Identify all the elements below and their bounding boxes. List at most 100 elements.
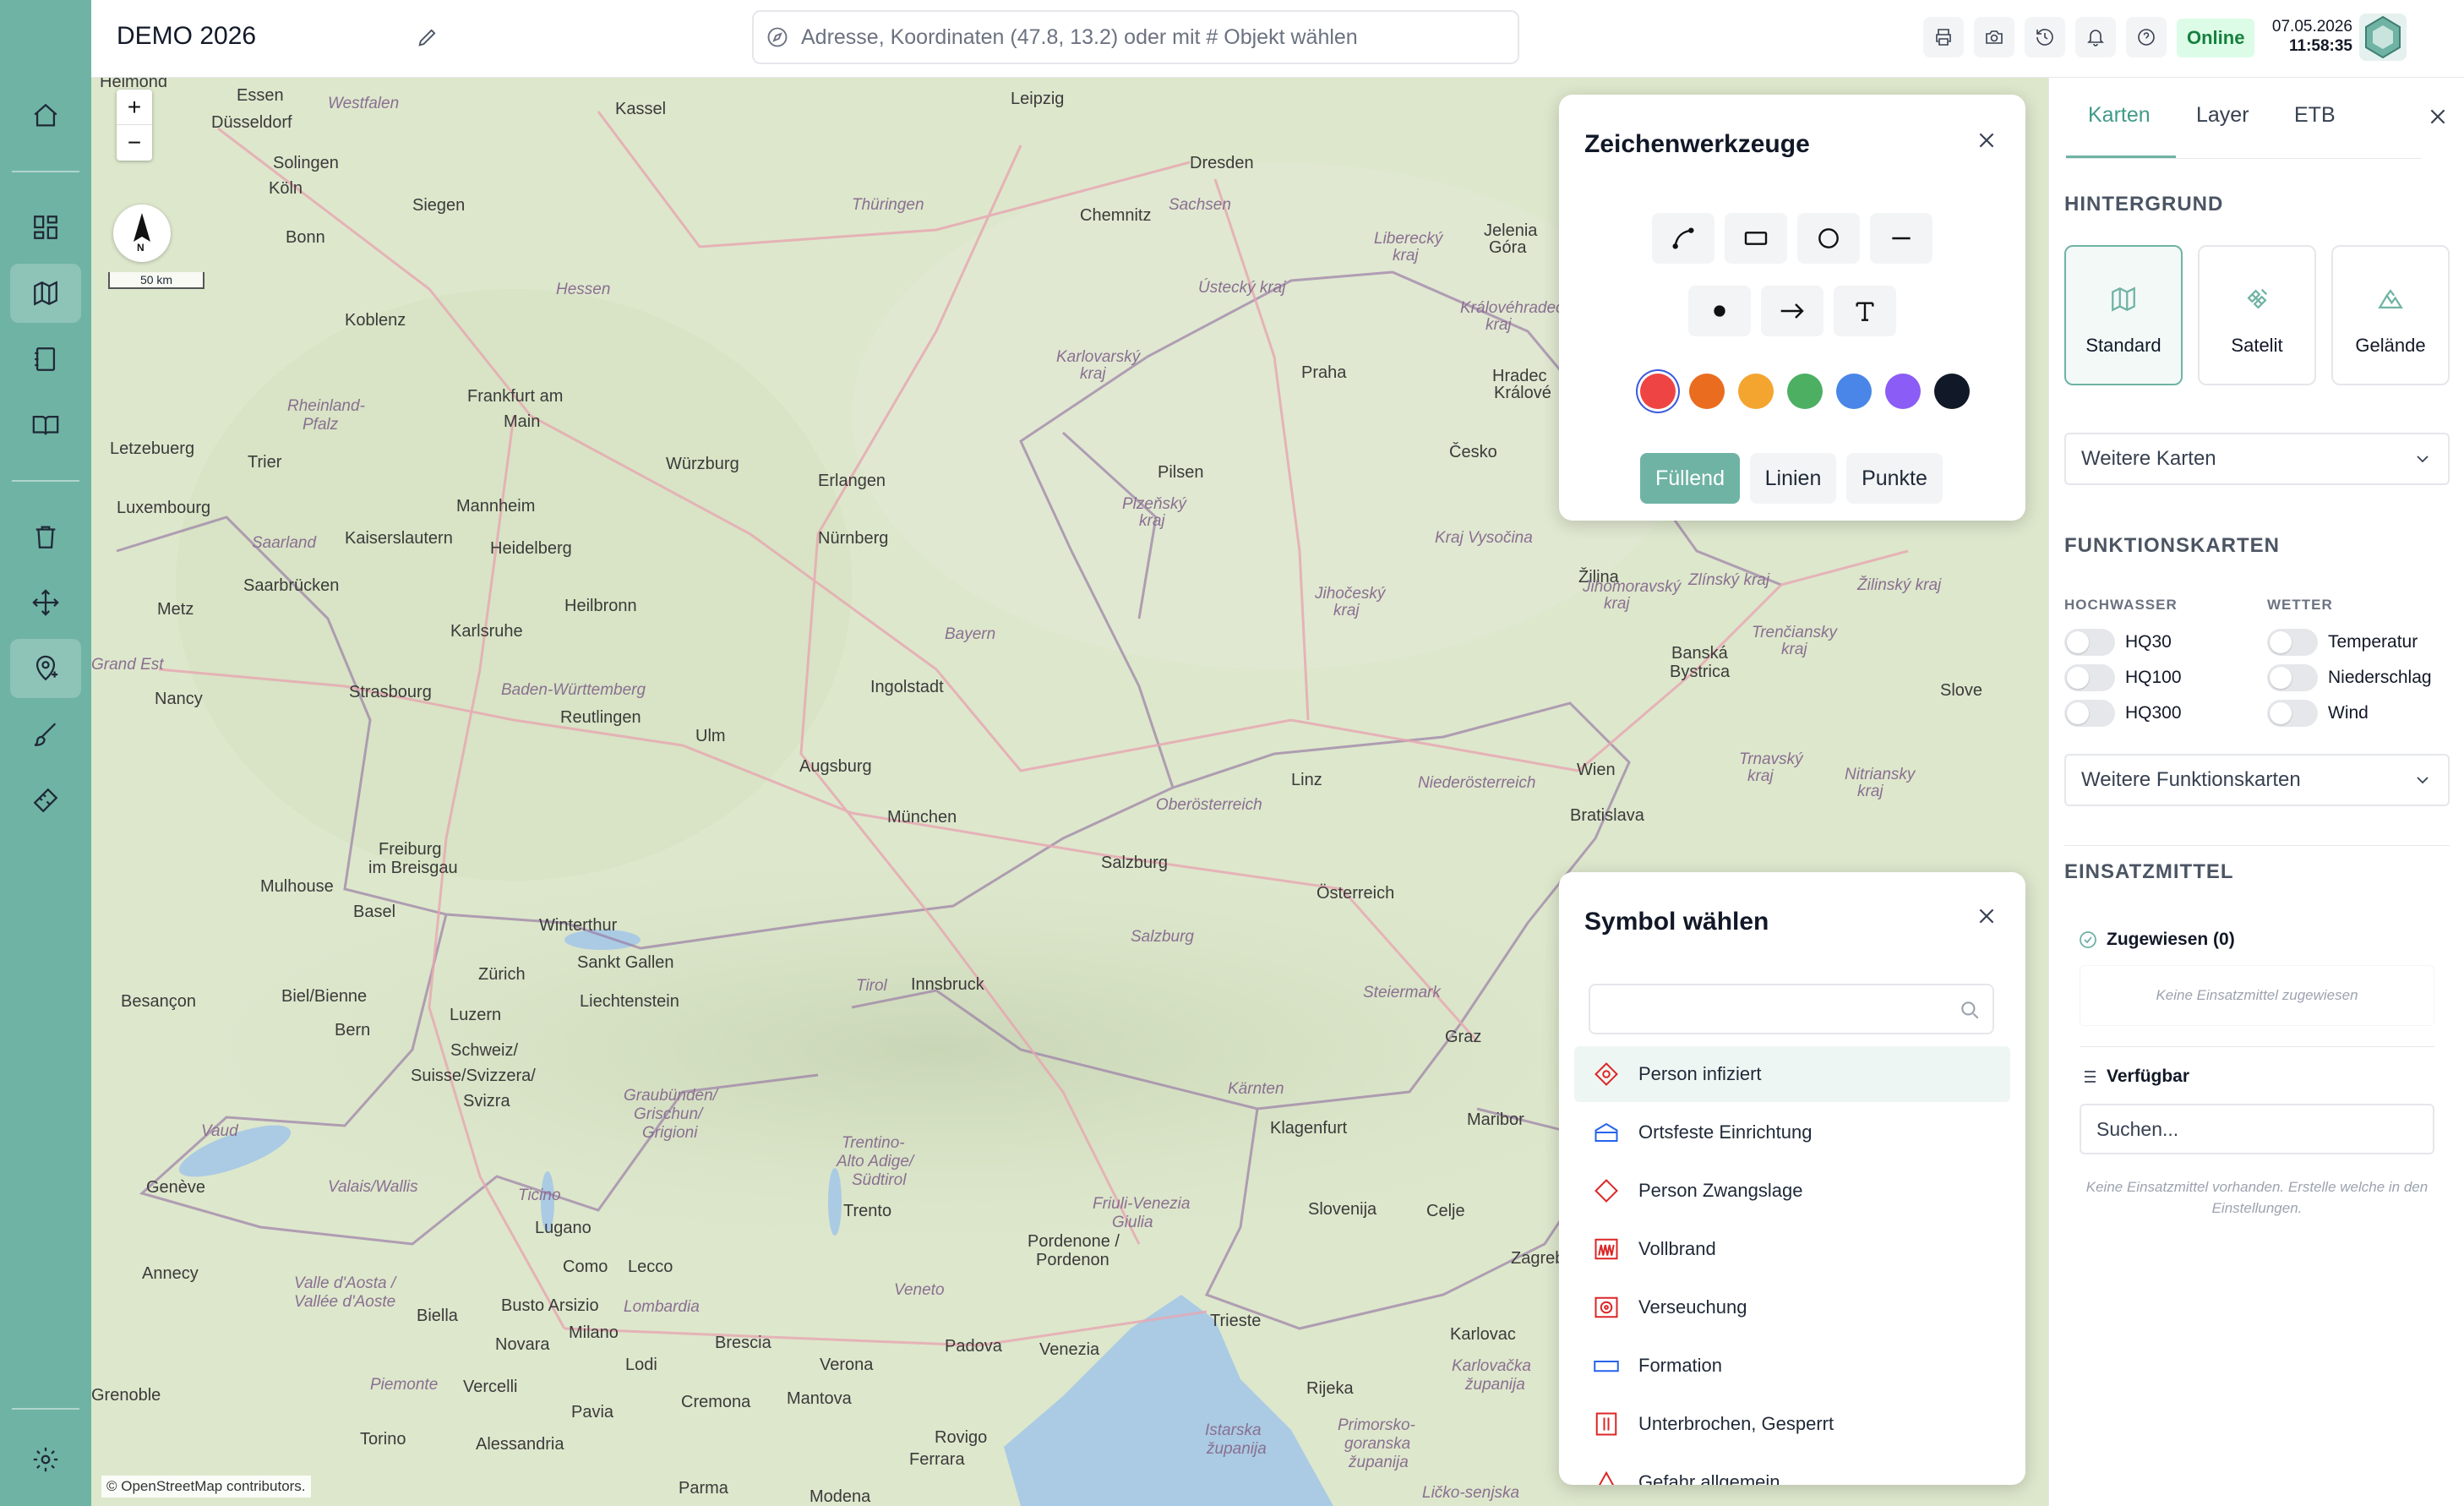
color-swatch[interactable] [1934,374,1970,409]
map-region-label: Vaud [201,1122,238,1140]
toggle-niederschlag[interactable] [2267,664,2318,691]
map-region-label: Alto Adige/ [837,1153,914,1170]
map-region-label: Graubünden/ [624,1087,717,1105]
map-region-label: Salzburg [1131,928,1194,946]
horizontal-line-tool-button[interactable] [1870,213,1932,264]
avatar[interactable] [2359,14,2407,61]
map-canvas[interactable]: Essen Düsseldorf Solingen Köln Siegen Bonn Kas… [91,78,2048,1506]
symbol-item[interactable]: Vollbrand [1574,1221,2010,1277]
symbol-item[interactable]: Verseuchung [1574,1280,2010,1335]
tab-layer[interactable]: Layer [2196,103,2249,128]
color-swatch[interactable] [1640,374,1676,409]
zoom-out-button[interactable]: − [117,125,152,161]
symbol-item[interactable]: Person Zwangslage [1574,1163,2010,1219]
background-satelit-card[interactable]: Satelit [2198,245,2316,385]
color-swatch[interactable] [1885,374,1921,409]
tab-etb[interactable]: ETB [2294,103,2336,128]
help-button[interactable] [2126,17,2167,57]
map-city-label: Suisse/Svizzera/ [411,1067,536,1085]
online-status-badge: Online [2177,19,2255,57]
toggle-hq30[interactable] [2064,629,2115,656]
circle-tool-button[interactable] [1797,213,1860,264]
symbol-item[interactable]: Unterbrochen, Gesperrt [1574,1396,2010,1452]
help-icon [2138,29,2155,46]
map-city-label: Sankt Gallen [577,953,674,972]
mode-fill-button[interactable]: Füllend [1640,453,1740,504]
symbol-search-input[interactable] [1589,984,1994,1034]
sidebar-item-notebook[interactable] [10,330,81,389]
color-swatch[interactable] [1787,374,1823,409]
rectangle-tool-button[interactable] [1725,213,1787,264]
toggle-wind[interactable] [2267,700,2318,727]
sidebar-item-dashboard[interactable] [10,198,81,257]
arrow-tool-button[interactable] [1761,286,1823,336]
app-title: DEMO 2026 [117,22,257,50]
symbol-item[interactable]: Gefahr allgemein [1574,1454,2010,1485]
mode-points-button[interactable]: Punkte [1846,453,1943,504]
map-city-label: Trieste [1210,1312,1262,1330]
symbol-item[interactable]: Ortsfeste Einrichtung [1574,1105,2010,1160]
point-tool-button[interactable] [1688,286,1751,336]
color-swatch[interactable] [1689,374,1725,409]
sidebar-item-location[interactable] [10,639,81,698]
map-city-label: Biel/Bienne [281,987,368,1006]
tab-karten[interactable]: Karten [2088,103,2151,128]
map-city-label: Modena [810,1487,871,1506]
notebook-icon [35,347,56,371]
sidebar-item-home[interactable] [10,86,81,145]
symbol-item[interactable]: Person infiziert [1574,1046,2010,1102]
line-tool-button[interactable] [1652,213,1714,264]
weitere-karten-select[interactable]: Weitere Karten [2064,433,2450,485]
map-city-label: Düsseldorf [211,113,292,132]
notifications-button[interactable] [2075,17,2116,57]
background-standard-card[interactable]: Standard [2064,245,2183,385]
map-city-label: Nancy [155,690,203,708]
sidebar-item-trash[interactable] [10,507,81,566]
text-tool-button[interactable] [1834,286,1896,336]
map-region-label: kraj [1139,512,1165,530]
symbol-item[interactable]: Formation [1574,1338,2010,1394]
map-region-label: kraj [1485,316,1512,334]
color-swatch[interactable] [1836,374,1872,409]
mode-lines-button[interactable]: Linien [1750,453,1836,504]
time-text: 11:58:35 [2288,37,2352,55]
print-button[interactable] [1923,17,1964,57]
sidebar-item-book[interactable] [10,396,81,455]
formation-icon [1594,1361,1619,1372]
compass-button[interactable]: N [113,205,171,262]
map-region-label: Karlovačka [1452,1357,1531,1375]
sidebar-item-ruler[interactable] [10,771,81,830]
pencil-icon [418,29,436,46]
bell-icon [2087,30,2104,46]
map-icon [34,281,57,306]
map-city-label: Banská [1671,644,1728,663]
map-city-label: München [887,808,957,827]
location-pin-icon [35,655,58,681]
background-gelaende-card[interactable]: Gelände [2331,245,2450,385]
einsatzmittel-search-input[interactable]: Suchen... [2080,1104,2434,1154]
address-search[interactable]: Adresse, Koordinaten (47.8, 13.2) oder m… [752,10,1519,64]
screenshot-button[interactable] [1974,17,2014,57]
toggle-label: Temperatur [2328,632,2418,652]
sidebar-item-brush[interactable] [10,705,81,764]
sidebar-item-map[interactable] [10,264,81,323]
map-region-label: kraj [1604,595,1630,613]
close-draw-panel-button[interactable] [1968,122,2005,159]
edit-title-button[interactable] [411,20,444,54]
map-city-label: Pordenon [1036,1251,1109,1269]
sidebar-item-settings[interactable] [10,1430,81,1489]
map-attribution[interactable]: © OpenStreetMap contributors. [101,1476,311,1498]
toggle-hq300[interactable] [2064,700,2115,727]
close-right-panel-button[interactable] [2421,100,2455,134]
symbol-label: Unterbrochen, Gesperrt [1638,1413,1834,1434]
symbol-label: Person Zwangslage [1638,1180,1803,1201]
symbol-label: Verseuchung [1638,1296,1747,1318]
weitere-funktionskarten-select[interactable]: Weitere Funktionskarten [2064,754,2450,806]
sidebar-item-move[interactable] [10,573,81,632]
toggle-temperatur[interactable] [2267,629,2318,656]
close-symbol-panel-button[interactable] [1968,898,2005,935]
history-button[interactable] [2025,17,2065,57]
color-swatch[interactable] [1738,374,1774,409]
zoom-in-button[interactable]: + [117,90,152,125]
toggle-hq100[interactable] [2064,664,2115,691]
